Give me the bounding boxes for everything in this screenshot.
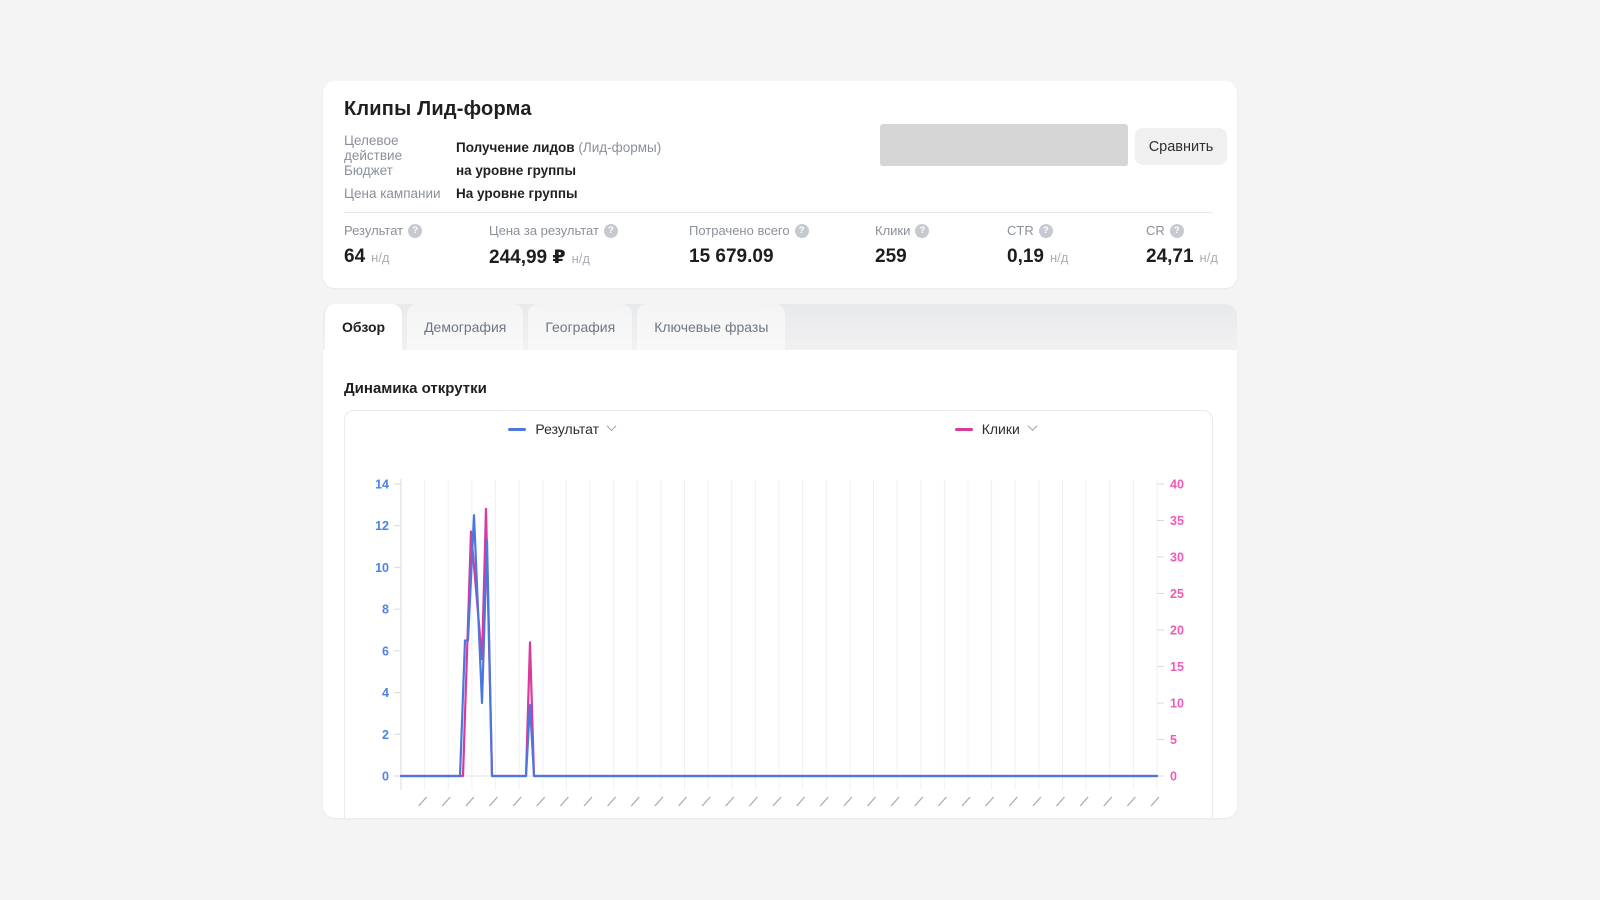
x-tick-label-clipped [631,797,639,806]
x-tick-label-clipped [820,797,828,806]
x-tick-label-clipped [537,797,545,806]
section-title: Динамика открутки [344,380,487,397]
right-axis-tick-label: 25 [1170,587,1184,601]
campaign-title: Клипы Лид-форма [344,98,532,121]
campaign-details: Целевое действие Получение лидов (Лид-фо… [344,136,661,205]
left-axis-tick-label: 8 [382,603,389,617]
tab-bar: Обзор Демография География Ключевые фраз… [323,304,1237,350]
line-chart: 141210864204035302520151050 [345,411,1212,818]
right-axis-tick-label: 30 [1170,551,1184,565]
x-tick-label-clipped [797,797,805,806]
stat-value: 259 [875,246,907,268]
compare-button[interactable]: Сравнить [1135,128,1227,165]
stat-value: 64 [344,246,365,268]
result-line-swatch [508,428,526,431]
help-icon[interactable] [1039,224,1053,238]
x-tick-label-clipped [702,797,710,806]
left-axis-tick-label: 6 [382,644,389,658]
x-tick-label-clipped [490,797,498,806]
right-axis-tick-label: 10 [1170,697,1184,711]
x-tick-label-clipped [986,797,994,806]
right-axis-tick-label: 40 [1170,478,1184,492]
help-icon[interactable] [915,224,929,238]
stat-clicks: Клики 259 [875,222,929,268]
x-tick-label-clipped [726,797,734,806]
help-icon[interactable] [795,224,809,238]
detail-row-budget: Бюджет на уровне группы [344,159,661,182]
tab-overview[interactable]: Обзор [325,304,402,350]
x-tick-label-clipped [466,797,474,806]
legend-result[interactable]: Результат [345,421,779,437]
clicks-line-swatch [955,428,973,431]
help-icon[interactable] [408,224,422,238]
left-axis-tick-label: 4 [382,686,389,700]
x-tick-label-clipped [419,797,427,806]
x-tick-label-clipped [1080,797,1088,806]
stat-value: 0,19 [1007,246,1044,268]
right-axis-tick-label: 0 [1170,770,1177,784]
tab-geography[interactable]: География [528,304,632,350]
stat-ctr: CTR 0,19н/д [1007,222,1068,268]
x-tick-label-clipped [513,797,521,806]
right-axis-tick-label: 35 [1170,514,1184,528]
left-axis-tick-label: 12 [375,519,389,533]
detail-row-campaign-price: Цена кампании На уровне группы [344,182,661,205]
left-axis-tick-label: 14 [375,478,389,492]
overview-card: Динамика открутки 1412108642040353025201… [323,350,1237,818]
x-tick-label-clipped [560,797,568,806]
tab-demography[interactable]: Демография [407,304,523,350]
x-tick-label-clipped [679,797,687,806]
help-icon[interactable] [604,224,618,238]
left-axis-tick-label: 2 [382,728,389,742]
x-tick-label-clipped [962,797,970,806]
x-tick-label-clipped [1009,797,1017,806]
x-tick-label-clipped [608,797,616,806]
x-tick-label-clipped [1104,797,1112,806]
x-tick-label-clipped [1127,797,1135,806]
right-axis-tick-label: 20 [1170,624,1184,638]
x-tick-label-clipped [844,797,852,806]
x-tick-label-clipped [442,797,450,806]
x-tick-label-clipped [1151,797,1159,806]
stat-cost-per-result: Цена за результат 244,99 ₽н/д [489,222,618,269]
legend-clicks[interactable]: Клики [779,421,1213,437]
right-axis-tick-label: 15 [1170,660,1184,674]
x-tick-label-clipped [1033,797,1041,806]
left-axis-tick-label: 10 [375,561,389,575]
x-tick-label-clipped [749,797,757,806]
stat-value: 15 679.09 [689,246,774,268]
date-range-redacted[interactable] [880,124,1128,166]
x-tick-label-clipped [773,797,781,806]
x-tick-label-clipped [1057,797,1065,806]
x-tick-label-clipped [915,797,923,806]
tab-key-phrases[interactable]: Ключевые фразы [637,304,785,350]
help-icon[interactable] [1170,224,1184,238]
x-tick-label-clipped [655,797,663,806]
campaign-summary-card: Клипы Лид-форма Целевое действие Получен… [323,81,1237,288]
chevron-down-icon [1027,421,1037,431]
stat-result: Результат 64н/д [344,222,422,268]
x-tick-label-clipped [938,797,946,806]
x-tick-label-clipped [891,797,899,806]
chart-legend: Результат Клики [345,421,1212,437]
x-tick-label-clipped [868,797,876,806]
right-axis-tick-label: 5 [1170,733,1177,747]
stat-spent-total: Потрачено всего 15 679.09 [689,222,809,268]
x-tick-label-clipped [584,797,592,806]
chart-panel: 141210864204035302520151050 Результат Кл… [344,410,1213,818]
detail-row-target-action: Целевое действие Получение лидов (Лид-фо… [344,136,661,159]
stat-cr: CR 24,71н/д [1146,222,1218,268]
chevron-down-icon [607,421,617,431]
left-axis-tick-label: 0 [382,770,389,784]
stat-value: 24,71 [1146,246,1194,268]
stat-value: 244,99 ₽ [489,246,566,269]
divider [344,212,1213,213]
